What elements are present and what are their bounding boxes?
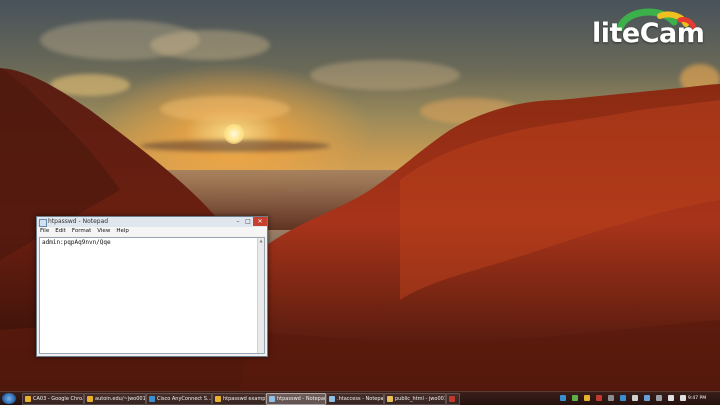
menu-bar: File Edit Format View Help bbox=[37, 227, 267, 236]
litecam-logo: liteCam bbox=[590, 6, 708, 52]
bluetooth-icon[interactable] bbox=[620, 395, 626, 401]
battery-icon[interactable] bbox=[656, 395, 662, 401]
taskbar-item-chrome-autoin[interactable]: autoin.edu/~jwo001... bbox=[84, 393, 146, 405]
start-button[interactable] bbox=[2, 393, 16, 404]
menu-edit[interactable]: Edit bbox=[55, 227, 66, 236]
folder-icon bbox=[387, 396, 393, 402]
taskbar-item-cisco[interactable]: Cisco AnyConnect S... bbox=[146, 393, 212, 405]
maximize-button[interactable]: □ bbox=[243, 217, 253, 226]
taskbar-item-label: htpasswd example -... bbox=[223, 396, 266, 402]
taskbar-item-public-html[interactable]: public_html - jwo001... bbox=[384, 393, 446, 405]
window-title: htpasswd - Notepad bbox=[48, 218, 109, 225]
chrome-tray-icon[interactable] bbox=[584, 395, 590, 401]
usb-icon[interactable] bbox=[608, 395, 614, 401]
notepad-window[interactable]: htpasswd - Notepad – □ ✕ File Edit Forma… bbox=[36, 216, 268, 357]
taskbar-item-app[interactable] bbox=[446, 393, 460, 405]
menu-help[interactable]: Help bbox=[116, 227, 129, 236]
chrome-icon bbox=[215, 396, 221, 402]
taskbar-item-chrome-ca03[interactable]: CA03 - Google Chro... bbox=[22, 393, 84, 405]
security-icon[interactable] bbox=[572, 395, 578, 401]
taskbar-item-chrome-htpasswd[interactable]: htpasswd example -... bbox=[212, 393, 266, 405]
flag-icon[interactable] bbox=[632, 395, 638, 401]
chrome-icon bbox=[87, 396, 93, 402]
recording-icon[interactable] bbox=[596, 395, 602, 401]
taskbar-item-label: autoin.edu/~jwo001... bbox=[95, 396, 146, 402]
minimize-button[interactable]: – bbox=[233, 217, 243, 226]
taskbar-item-label: CA03 - Google Chro... bbox=[33, 396, 84, 402]
cisco-icon bbox=[149, 396, 155, 402]
network-icon[interactable] bbox=[560, 395, 566, 401]
wifi-icon[interactable] bbox=[668, 395, 674, 401]
notepad-icon bbox=[269, 396, 275, 402]
scroll-up-icon[interactable]: ▲ bbox=[258, 238, 264, 244]
system-clock[interactable]: 9:47 PM bbox=[688, 392, 718, 405]
taskbar-item-label: htpasswd - Notepad bbox=[277, 396, 326, 402]
app-icon bbox=[449, 396, 455, 402]
taskbar-item-htpasswd-notepad[interactable]: htpasswd - Notepad bbox=[266, 393, 326, 405]
menu-view[interactable]: View bbox=[97, 227, 110, 236]
litecam-logo-text: liteCam bbox=[592, 18, 705, 49]
taskbar: CA03 - Google Chro... autoin.edu/~jwo001… bbox=[0, 391, 720, 405]
sync-icon[interactable] bbox=[644, 395, 650, 401]
taskbar-item-label: Cisco AnyConnect S... bbox=[157, 396, 212, 402]
close-button[interactable]: ✕ bbox=[253, 217, 267, 226]
text-editor[interactable]: admin:pqpAq9nvn/Qqe ▲ bbox=[39, 237, 265, 354]
menu-file[interactable]: File bbox=[40, 227, 49, 236]
menu-format[interactable]: Format bbox=[72, 227, 91, 236]
notepad-icon bbox=[39, 219, 47, 227]
vertical-scrollbar[interactable]: ▲ bbox=[257, 238, 264, 353]
notepad-icon bbox=[329, 396, 335, 402]
notepad-titlebar[interactable]: htpasswd - Notepad – □ ✕ bbox=[37, 217, 267, 227]
editor-content: admin:pqpAq9nvn/Qqe bbox=[42, 239, 111, 246]
taskbar-item-label: .htaccess - Notepad bbox=[337, 396, 384, 402]
taskbar-item-htaccess-notepad[interactable]: .htaccess - Notepad bbox=[326, 393, 384, 405]
volume-icon[interactable] bbox=[680, 395, 686, 401]
chrome-icon bbox=[25, 396, 31, 402]
taskbar-item-label: public_html - jwo001... bbox=[395, 396, 445, 402]
